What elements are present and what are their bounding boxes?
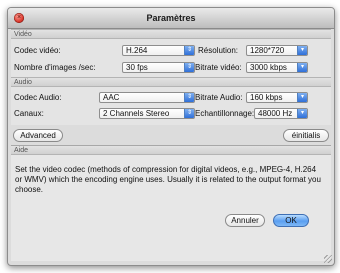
- video-codec-label: Codec vidéo:: [14, 46, 61, 55]
- resize-grip-icon[interactable]: [324, 255, 332, 263]
- framerate-select[interactable]: 30 fps ⇕: [122, 62, 195, 73]
- audio-codec-select[interactable]: AAC ⇕: [99, 92, 195, 103]
- audio-bitrate-label: Bitrate Audio:: [195, 93, 243, 102]
- chevron-down-icon: ▾: [297, 93, 307, 102]
- samplerate-value: 48000 Hz: [258, 109, 293, 118]
- window-title: Paramètres: [146, 13, 196, 23]
- chevron-down-icon: ▾: [297, 109, 307, 118]
- up-down-arrows-icon: ⇕: [184, 63, 194, 72]
- video-bitrate-value: 3000 kbps: [250, 63, 287, 72]
- audio-bitrate-select[interactable]: 160 kbps ▾: [246, 92, 308, 103]
- channels-select[interactable]: 2 Channels Stereo ⇕: [99, 108, 195, 119]
- resolution-value: 1280*720: [250, 46, 285, 55]
- help-text: Set the video codec (methods of compress…: [15, 165, 321, 194]
- resolution-select[interactable]: 1280*720 ▾: [246, 45, 308, 56]
- samplerate-label: Echantillonnage:: [195, 109, 255, 118]
- samplerate-select[interactable]: 48000 Hz ▾: [254, 108, 308, 119]
- audio-codec-label: Codec Audio:: [14, 93, 62, 102]
- video-bitrate-label: Bitrate vidéo:: [195, 63, 242, 72]
- audio-bitrate-value: 160 kbps: [250, 93, 283, 102]
- video-codec-value: H.264: [126, 46, 148, 55]
- up-down-arrows-icon: ⇕: [184, 93, 194, 102]
- chevron-down-icon: ▾: [297, 63, 307, 72]
- audio-section-header: Audio: [11, 77, 331, 87]
- video-bitrate-select[interactable]: 3000 kbps ▾: [246, 62, 308, 73]
- video-section-header: Vidéo: [11, 29, 331, 39]
- cancel-button[interactable]: Annuler: [225, 214, 265, 227]
- channels-value: 2 Channels Stereo: [103, 109, 170, 118]
- resolution-label: Résolution:: [198, 46, 239, 55]
- help-panel: Set the video codec (methods of compress…: [11, 155, 331, 261]
- help-section-header: Aide: [11, 145, 331, 155]
- ok-button[interactable]: OK: [273, 214, 309, 227]
- framerate-label: Nombre d'images /sec:: [14, 63, 96, 72]
- video-codec-select[interactable]: H.264 ⇕: [122, 45, 195, 56]
- advanced-button[interactable]: Advanced: [13, 129, 63, 142]
- audio-codec-value: AAC: [103, 93, 120, 102]
- reset-button[interactable]: éinitialis: [283, 129, 329, 142]
- settings-window: × Paramètres Vidéo Codec vidéo: H.264 ⇕ …: [7, 7, 335, 266]
- chevron-down-icon: ▾: [297, 46, 307, 55]
- title-bar[interactable]: × Paramètres: [8, 8, 334, 29]
- video-panel: Codec vidéo: H.264 ⇕ Résolution: 1280*72…: [11, 39, 331, 77]
- channels-label: Canaux:: [14, 109, 44, 118]
- framerate-value: 30 fps: [126, 63, 148, 72]
- up-down-arrows-icon: ⇕: [184, 46, 194, 55]
- audio-panel: Codec Audio: AAC ⇕ Bitrate Audio: 160 kb…: [11, 87, 331, 125]
- up-down-arrows-icon: ⇕: [184, 109, 194, 118]
